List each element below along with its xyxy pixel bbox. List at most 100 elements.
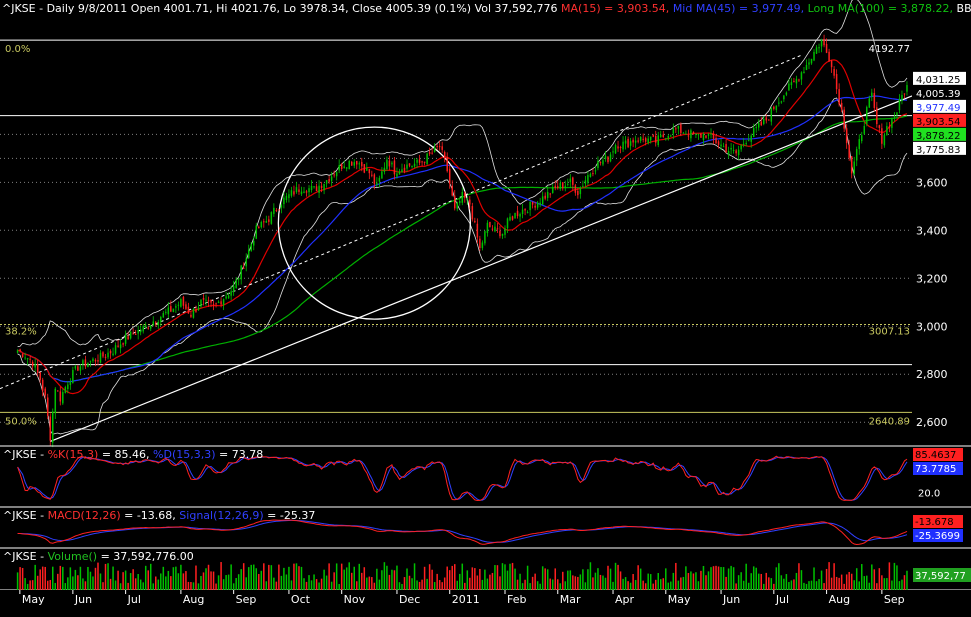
candle-body [579, 187, 582, 195]
volume-value: = 37,592,776.00 [97, 550, 194, 563]
candle-body [893, 116, 896, 118]
volume-bar [906, 570, 908, 590]
volume-bar [46, 580, 49, 590]
volume-bar [763, 583, 765, 590]
volume-bar [260, 570, 263, 590]
candle-body [185, 304, 187, 309]
candle-body [147, 327, 149, 329]
x-tick-label: Jul [775, 593, 789, 606]
volume-bar [252, 564, 255, 590]
stock-chart: 0.0%38.2%50.0%4192.773007.132640.89 ^JKS… [0, 0, 971, 617]
price-tag-text: 3,903.54 [916, 117, 961, 128]
volume-bar [662, 578, 665, 590]
candle-body [888, 126, 891, 128]
chart-header: ^JKSE - Daily 9/8/2011 Open 4001.71, Hi … [2, 2, 971, 15]
y-tick-label: 3,000 [916, 320, 948, 333]
candle-body [660, 135, 662, 137]
volume-bar [421, 579, 423, 590]
volume-bar [800, 570, 803, 590]
volume-bar [785, 574, 788, 590]
volume-bar [489, 574, 491, 590]
volume-bar [197, 583, 200, 590]
candle-body [87, 363, 89, 368]
volume-bar [185, 571, 187, 590]
volume-bar [888, 562, 891, 590]
candle-body [855, 149, 858, 161]
volume-bar [114, 580, 117, 590]
volume-bar [629, 582, 632, 590]
candle-body [886, 126, 888, 136]
highlight-circle [277, 126, 471, 320]
volume-bar [546, 569, 549, 590]
candle-body [170, 306, 172, 312]
candle-body [692, 131, 695, 135]
x-tick-label: Aug [183, 593, 204, 606]
volume-bar [667, 582, 670, 590]
volume-bar [461, 563, 464, 590]
candle-body [49, 416, 52, 441]
candle-body [109, 350, 112, 354]
candle-body [41, 379, 44, 391]
candle-body [134, 333, 137, 335]
candle-body [373, 174, 376, 184]
candle-body [727, 150, 730, 155]
candle-body [499, 230, 501, 237]
volume-bar [453, 564, 456, 590]
volume-bar [496, 565, 499, 590]
x-tick-label: Apr [615, 593, 635, 606]
y-tick-label: 2,600 [916, 416, 948, 429]
x-tick-label: May [22, 593, 45, 606]
trendline-dashed [0, 54, 802, 390]
volume-bar [72, 576, 74, 590]
candle-body [828, 51, 830, 62]
candle-body [665, 138, 667, 140]
candle-body [712, 133, 715, 139]
volume-bar [883, 578, 886, 590]
volume-bar [157, 579, 160, 590]
volume-bar [549, 578, 551, 590]
candle-body [240, 265, 242, 280]
volume-bar [180, 564, 182, 590]
volume-bar [132, 569, 134, 590]
candle-body [697, 134, 700, 136]
volume-bar [340, 563, 343, 590]
candle-body [793, 80, 795, 82]
volume-bar [597, 568, 599, 590]
candle-body [237, 278, 240, 280]
volume-bar [687, 573, 690, 590]
volume-bar [564, 581, 567, 590]
candle-body [448, 168, 451, 184]
macd-symbol: ^JKSE - [3, 509, 48, 522]
candle-body [813, 51, 815, 61]
volume-bar [441, 582, 443, 590]
x-tick-label: Sep [236, 593, 257, 606]
candle-body [469, 199, 471, 205]
candle-body [757, 123, 760, 128]
candle-body [770, 107, 773, 122]
candle-body [544, 195, 546, 199]
candle-body [84, 359, 87, 367]
volume-bar [172, 567, 175, 590]
volume-bar [57, 573, 59, 590]
volume-bar [107, 563, 109, 590]
y-tick-label: 3,600 [916, 176, 948, 189]
candle-body [285, 195, 288, 200]
volume-bar [283, 567, 285, 590]
stochastic-title: ^JKSE - %K(15,3) = 85.46, %D(15,3,3) = 7… [3, 448, 263, 461]
candle-body [132, 333, 134, 335]
candle-body [808, 62, 810, 65]
volume-bar [227, 574, 230, 590]
candle-body [541, 196, 544, 205]
volume-bar [702, 565, 705, 590]
candle-body [624, 140, 627, 144]
candle-body [273, 207, 275, 214]
candle-body [474, 221, 476, 223]
candle-body [690, 130, 692, 139]
volume-bar [165, 576, 167, 590]
candle-body [825, 43, 828, 53]
candle-body [577, 190, 579, 196]
candle-body [245, 258, 247, 267]
candle-body [747, 140, 750, 142]
volume-bar [886, 578, 888, 590]
volume-bar [378, 579, 381, 590]
